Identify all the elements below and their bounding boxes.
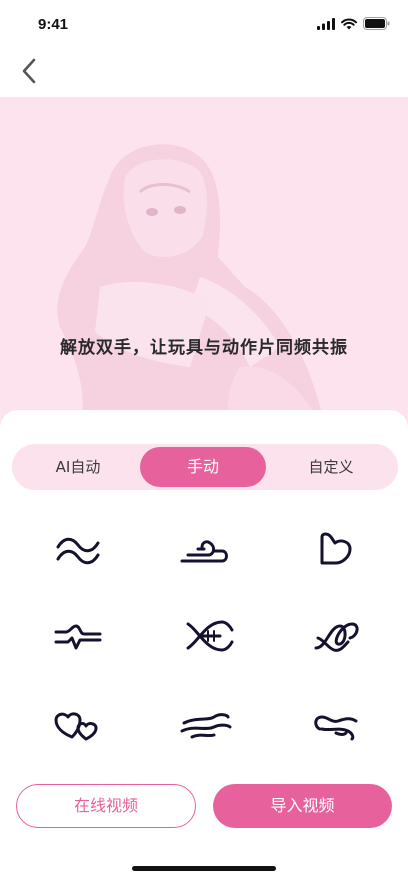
ripple-pattern-icon (314, 715, 358, 741)
pattern-breeze[interactable] (166, 688, 246, 758)
pattern-fish[interactable] (170, 601, 250, 671)
tab-manual[interactable]: 手动 (140, 447, 266, 487)
online-video-button[interactable]: 在线视频 (16, 784, 196, 828)
pattern-spiral[interactable] (298, 601, 378, 671)
anime-character-illustration (57, 144, 325, 427)
tab-ai-auto[interactable]: AI自动 (26, 447, 130, 487)
pattern-wind[interactable] (164, 514, 244, 584)
control-panel: AI自动 手动 自定义 在线视频 导入视频 (0, 410, 408, 883)
battery-icon (363, 17, 390, 30)
pattern-heart[interactable] (296, 514, 376, 584)
tab-custom[interactable]: 自定义 (276, 447, 386, 487)
home-indicator (132, 866, 276, 871)
pattern-double-heart[interactable] (38, 688, 118, 758)
signal-icon (317, 17, 335, 30)
hero-banner: 解放双手，让玩具与动作片同频共振 (0, 97, 408, 427)
wave-pattern-icon (56, 537, 100, 565)
fish-pattern-icon (186, 620, 234, 652)
status-bar: 9:41 (0, 0, 408, 50)
chevron-left-icon (22, 58, 36, 84)
heart-outline-pattern-icon (320, 532, 352, 565)
status-icons (317, 17, 390, 30)
pattern-pulse[interactable] (38, 601, 118, 671)
double-heart-pattern-icon (54, 712, 98, 741)
hero-caption: 解放双手，让玩具与动作片同频共振 (60, 338, 348, 358)
status-time: 9:41 (38, 16, 69, 33)
pulse-pattern-icon (54, 624, 102, 650)
pattern-ripple[interactable] (296, 688, 376, 758)
wifi-icon (341, 17, 357, 29)
spiral-pattern-icon (314, 622, 359, 652)
mode-segmented-control: AI自动 手动 自定义 (12, 444, 398, 490)
breeze-pattern-icon (180, 713, 232, 739)
pattern-wave[interactable] (38, 514, 118, 584)
wind-pattern-icon (180, 540, 228, 563)
back-button[interactable] (14, 56, 44, 86)
import-video-button[interactable]: 导入视频 (213, 784, 392, 828)
